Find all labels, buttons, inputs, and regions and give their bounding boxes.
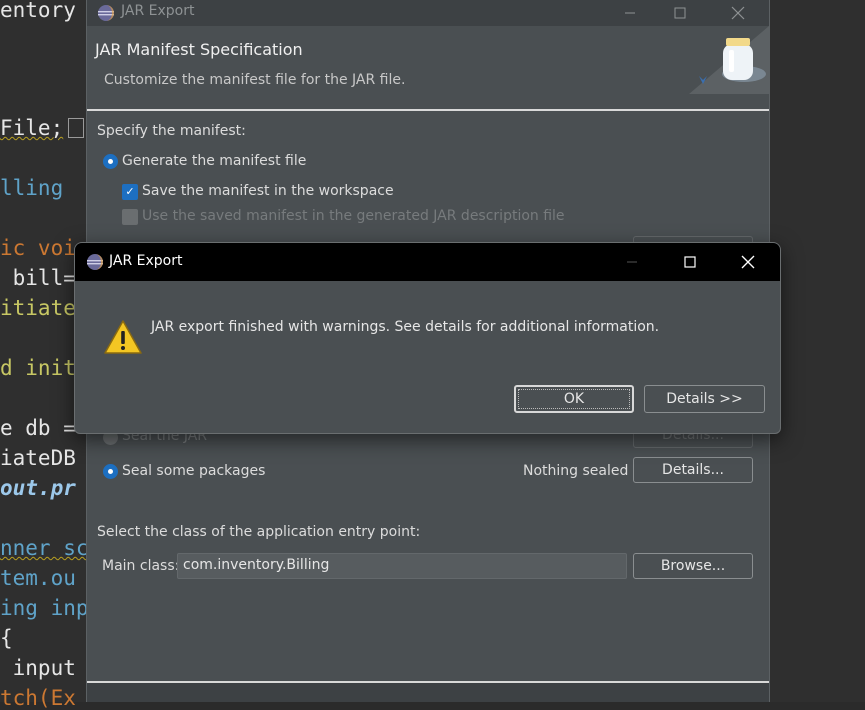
- wizard-titlebar: JAR Export: [87, 0, 769, 26]
- seal-some-packages-radio[interactable]: [103, 464, 118, 479]
- dialog-maximize-button[interactable]: [661, 243, 719, 281]
- code-line: {: [0, 626, 13, 650]
- page-title: JAR Manifest Specification: [95, 40, 303, 59]
- generate-manifest-label[interactable]: Generate the manifest file: [122, 153, 306, 169]
- minimize-button[interactable]: [607, 0, 653, 26]
- code-line: d init: [0, 356, 76, 380]
- minimize-icon: [627, 261, 637, 263]
- use-saved-manifest-checkbox[interactable]: [122, 209, 138, 225]
- code-line: ic voi: [0, 236, 76, 260]
- wizard-window-title: JAR Export: [121, 3, 195, 19]
- wizard-header: JAR Manifest Specification Customize the…: [87, 26, 769, 111]
- close-button[interactable]: [715, 0, 761, 26]
- code-line: itiate: [0, 296, 76, 320]
- maximize-icon: [674, 7, 686, 19]
- dialog-message: JAR export finished with warnings. See d…: [151, 319, 660, 335]
- specify-manifest-label: Specify the manifest:: [97, 123, 246, 139]
- use-saved-manifest-label[interactable]: Use the saved manifest in the generated …: [142, 208, 565, 224]
- seal-some-packages-label[interactable]: Seal some packages: [122, 463, 265, 479]
- jar-icon: [689, 26, 769, 94]
- entry-point-label: Select the class of the application entr…: [97, 524, 421, 540]
- code-line: entory: [0, 0, 76, 22]
- page-subtitle: Customize the manifest file for the JAR …: [104, 72, 406, 88]
- code-line: nner sc: [0, 536, 89, 560]
- main-class-input[interactable]: com.inventory.Billing: [177, 553, 627, 579]
- dialog-close-button[interactable]: [719, 243, 777, 281]
- nothing-sealed-status: Nothing sealed: [523, 463, 629, 479]
- ok-button[interactable]: OK: [514, 385, 634, 413]
- warning-dialog: JAR Export JAR export finished with warn…: [74, 242, 781, 434]
- code-line: ing inp: [0, 596, 89, 620]
- code-line: tem.ou: [0, 566, 76, 590]
- code-line: File;: [0, 116, 64, 140]
- generate-manifest-radio[interactable]: [103, 154, 118, 169]
- browse-button[interactable]: Browse...: [633, 553, 753, 579]
- code-line: tch(Ex: [0, 686, 76, 710]
- code-line: input: [0, 656, 76, 680]
- seal-packages-details-button[interactable]: Details...: [633, 457, 753, 483]
- save-manifest-checkbox[interactable]: ✓: [122, 184, 138, 200]
- maximize-button[interactable]: [657, 0, 703, 26]
- code-line: out.pr: [0, 476, 76, 500]
- code-line: bill=: [0, 266, 76, 290]
- eclipse-icon: [98, 5, 114, 21]
- code-line: iateDB: [0, 446, 76, 470]
- eclipse-icon: [87, 254, 103, 270]
- close-icon: [731, 6, 745, 20]
- dialog-titlebar: JAR Export: [75, 243, 780, 281]
- main-class-label: Main class:: [102, 558, 180, 574]
- save-manifest-label[interactable]: Save the manifest in the workspace: [142, 183, 394, 199]
- dialog-minimize-button[interactable]: [603, 243, 661, 281]
- close-icon: [741, 255, 755, 269]
- code-line: e db =: [0, 416, 76, 440]
- code-line: lling: [0, 176, 64, 200]
- details-button[interactable]: Details >>: [644, 385, 765, 413]
- wizard-footer: [87, 683, 769, 702]
- code-warning-marker: [68, 118, 84, 138]
- warning-icon: [104, 320, 142, 354]
- dialog-title: JAR Export: [109, 253, 183, 269]
- minimize-icon: [625, 12, 635, 14]
- maximize-icon: [684, 256, 696, 268]
